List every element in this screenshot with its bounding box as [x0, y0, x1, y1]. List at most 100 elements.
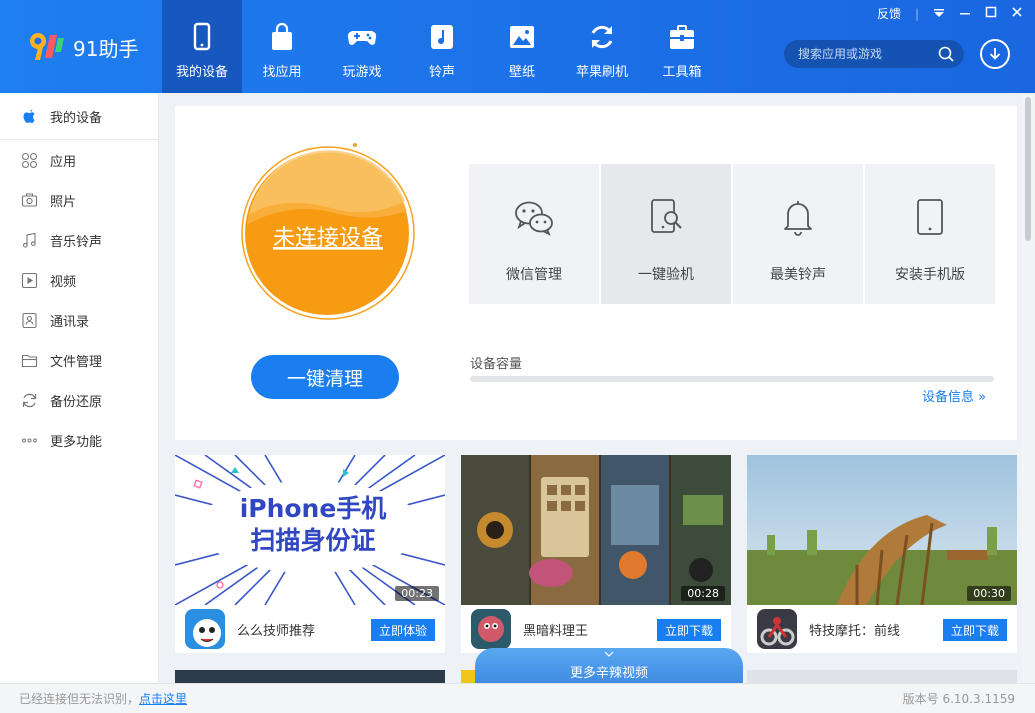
thumb-title-line1: iPhone手机 — [240, 494, 387, 523]
app-name: 黑暗料理王 — [523, 623, 589, 639]
device-status-text[interactable]: 未连接设备 — [273, 226, 383, 251]
sidebar-item-backup[interactable]: 备份还原 — [0, 380, 158, 420]
sidebar-item-video[interactable]: 视频 — [0, 260, 158, 300]
wechat-icon — [515, 201, 553, 236]
main-content: 未连接设备 一键清理 微信管理 一键验机 最美铃声 安装手机版 设备容量 设备信… — [160, 93, 1022, 683]
click-here-link[interactable]: 点击这里 — [139, 692, 187, 706]
main-nav: 我的设备 找应用 玩游戏 铃声 壁纸 苹果刷机 工具箱 — [162, 0, 722, 93]
video-card[interactable]: iPhone手机 扫描身份证 00:23 么么技师推荐 立即体验 — [175, 455, 445, 653]
tool-install-mobile[interactable]: 安装手机版 — [865, 164, 995, 304]
sidebar-item-label: 备份还原 — [50, 394, 103, 410]
sync-icon — [22, 393, 37, 407]
main-scrollbar[interactable] — [1022, 93, 1035, 683]
close-icon[interactable] — [1011, 6, 1023, 21]
app-icon — [757, 609, 797, 649]
search-box — [784, 40, 964, 68]
one-click-clean-button[interactable]: 一键清理 — [251, 355, 399, 399]
tool-device-check[interactable]: 一键验机 — [601, 164, 731, 304]
search-input[interactable] — [798, 47, 928, 61]
tool-label: 微信管理 — [506, 267, 562, 283]
chevron-down-icon — [604, 651, 614, 657]
sidebar-item-contacts[interactable]: 通讯录 — [0, 300, 158, 340]
video-card[interactable]: 00:30 特技摩托：前线 立即下载 — [747, 455, 1017, 653]
download-manager-button[interactable] — [980, 39, 1010, 69]
sidebar-item-label: 音乐铃声 — [50, 234, 103, 250]
next-card-preview — [175, 670, 445, 683]
sidebar-item-photos[interactable]: 照片 — [0, 180, 158, 220]
download-arrow-icon — [989, 48, 1001, 60]
tool-label: 一键验机 — [638, 267, 694, 283]
nav-wallpaper[interactable]: 壁纸 — [482, 0, 562, 93]
download-now-button[interactable]: 立即下载 — [943, 619, 1007, 641]
nav-label: 工具箱 — [662, 65, 702, 80]
bell-icon — [784, 201, 812, 236]
more-videos-button[interactable]: 更多辛辣视频 — [475, 648, 743, 683]
maximize-icon[interactable] — [985, 6, 997, 21]
nav-ringtones[interactable]: 铃声 — [402, 0, 482, 93]
nav-label: 我的设备 — [175, 65, 228, 80]
download-now-button[interactable]: 立即下载 — [657, 619, 721, 641]
nav-label: 苹果刷机 — [575, 65, 628, 80]
next-card-preview — [747, 670, 1017, 683]
nav-apple-flash[interactable]: 苹果刷机 — [562, 0, 642, 93]
app-name: 么么技师推荐 — [237, 623, 316, 639]
menu-dropdown-icon[interactable] — [933, 7, 945, 21]
video-card[interactable]: 00:28 黑暗料理王 立即下载 — [461, 455, 731, 653]
separator: | — [914, 6, 919, 21]
gamepad-icon — [347, 30, 377, 45]
nav-label: 壁纸 — [508, 65, 535, 80]
folder-icon — [21, 354, 38, 367]
status-bar: 已经连接但无法识别，点击这里 版本号 6.10.3.1159 — [0, 683, 1035, 713]
app-name: 特技摩托：前线 — [809, 623, 901, 639]
video-thumbnail[interactable]: iPhone手机 扫描身份证 00:23 — [175, 455, 445, 605]
scrollbar-thumb[interactable] — [1025, 97, 1031, 241]
window-controls: 反馈 | — [863, 5, 1023, 22]
tablet-icon — [917, 199, 943, 235]
sidebar-item-label: 照片 — [50, 194, 77, 210]
version-label: 版本号 6.10.3.1159 — [902, 692, 1015, 706]
video-duration: 00:23 — [395, 586, 439, 601]
card-footer: 黑暗料理王 立即下载 — [461, 605, 731, 653]
thumb-title-line2: 扫描身份证 — [250, 526, 375, 555]
sidebar-item-my-device[interactable]: 我的设备 — [0, 93, 158, 140]
more-dots-icon — [22, 438, 37, 442]
contacts-icon — [22, 312, 37, 328]
feedback-link[interactable]: 反馈 — [877, 5, 901, 22]
nav-toolbox[interactable]: 工具箱 — [642, 0, 722, 93]
video-thumbnail[interactable]: 00:28 — [461, 455, 731, 605]
tool-wechat[interactable]: 微信管理 — [469, 164, 599, 304]
sidebar-item-files[interactable]: 文件管理 — [0, 340, 158, 380]
nav-find-apps[interactable]: 找应用 — [242, 0, 322, 93]
card-footer: 特技摩托：前线 立即下载 — [747, 605, 1017, 653]
sidebar-item-music[interactable]: 音乐铃声 — [0, 220, 158, 260]
apps-grid-icon — [21, 152, 38, 168]
sidebar-item-more[interactable]: 更多功能 — [0, 420, 158, 460]
sidebar-item-label: 通讯录 — [50, 314, 90, 330]
app-logo: 91助手 — [28, 30, 138, 64]
sidebar-item-label: 视频 — [50, 274, 77, 290]
refresh-icon — [591, 25, 613, 49]
tool-ringtones[interactable]: 最美铃声 — [733, 164, 863, 304]
nav-label: 铃声 — [428, 65, 455, 80]
try-now-button[interactable]: 立即体验 — [371, 619, 435, 641]
sidebar-item-apps[interactable]: 应用 — [0, 140, 158, 180]
sidebar-item-label: 文件管理 — [50, 354, 103, 370]
connection-status: 已经连接但无法识别，点击这里 — [19, 690, 187, 707]
video-cards: iPhone手机 扫描身份证 00:23 么么技师推荐 立即体验 00:28 黑… — [175, 455, 1017, 653]
connection-status-text: 已经连接但无法识别， — [19, 692, 140, 706]
video-thumbnail[interactable]: 00:30 — [747, 455, 1017, 605]
sidebar: 我的设备 应用 照片 音乐铃声 视频 通讯录 文件管理 备份还原 更多功能 — [0, 93, 159, 683]
capacity-bar — [470, 376, 994, 382]
nav-my-device[interactable]: 我的设备 — [162, 0, 242, 93]
logo-mark-icon — [28, 30, 66, 64]
minimize-icon[interactable] — [959, 7, 971, 21]
search-icon[interactable] — [938, 46, 954, 62]
next-row-preview: 更多辛辣视频 — [175, 648, 1017, 683]
more-videos-label: 更多辛辣视频 — [569, 665, 648, 681]
nav-label: 找应用 — [262, 65, 302, 80]
device-info-link[interactable]: 设备信息 » — [922, 386, 986, 405]
tool-label: 安装手机版 — [895, 267, 965, 283]
device-check-icon — [651, 199, 682, 233]
device-status-circle[interactable]: 未连接设备 — [235, 139, 415, 324]
nav-games[interactable]: 玩游戏 — [322, 0, 402, 93]
